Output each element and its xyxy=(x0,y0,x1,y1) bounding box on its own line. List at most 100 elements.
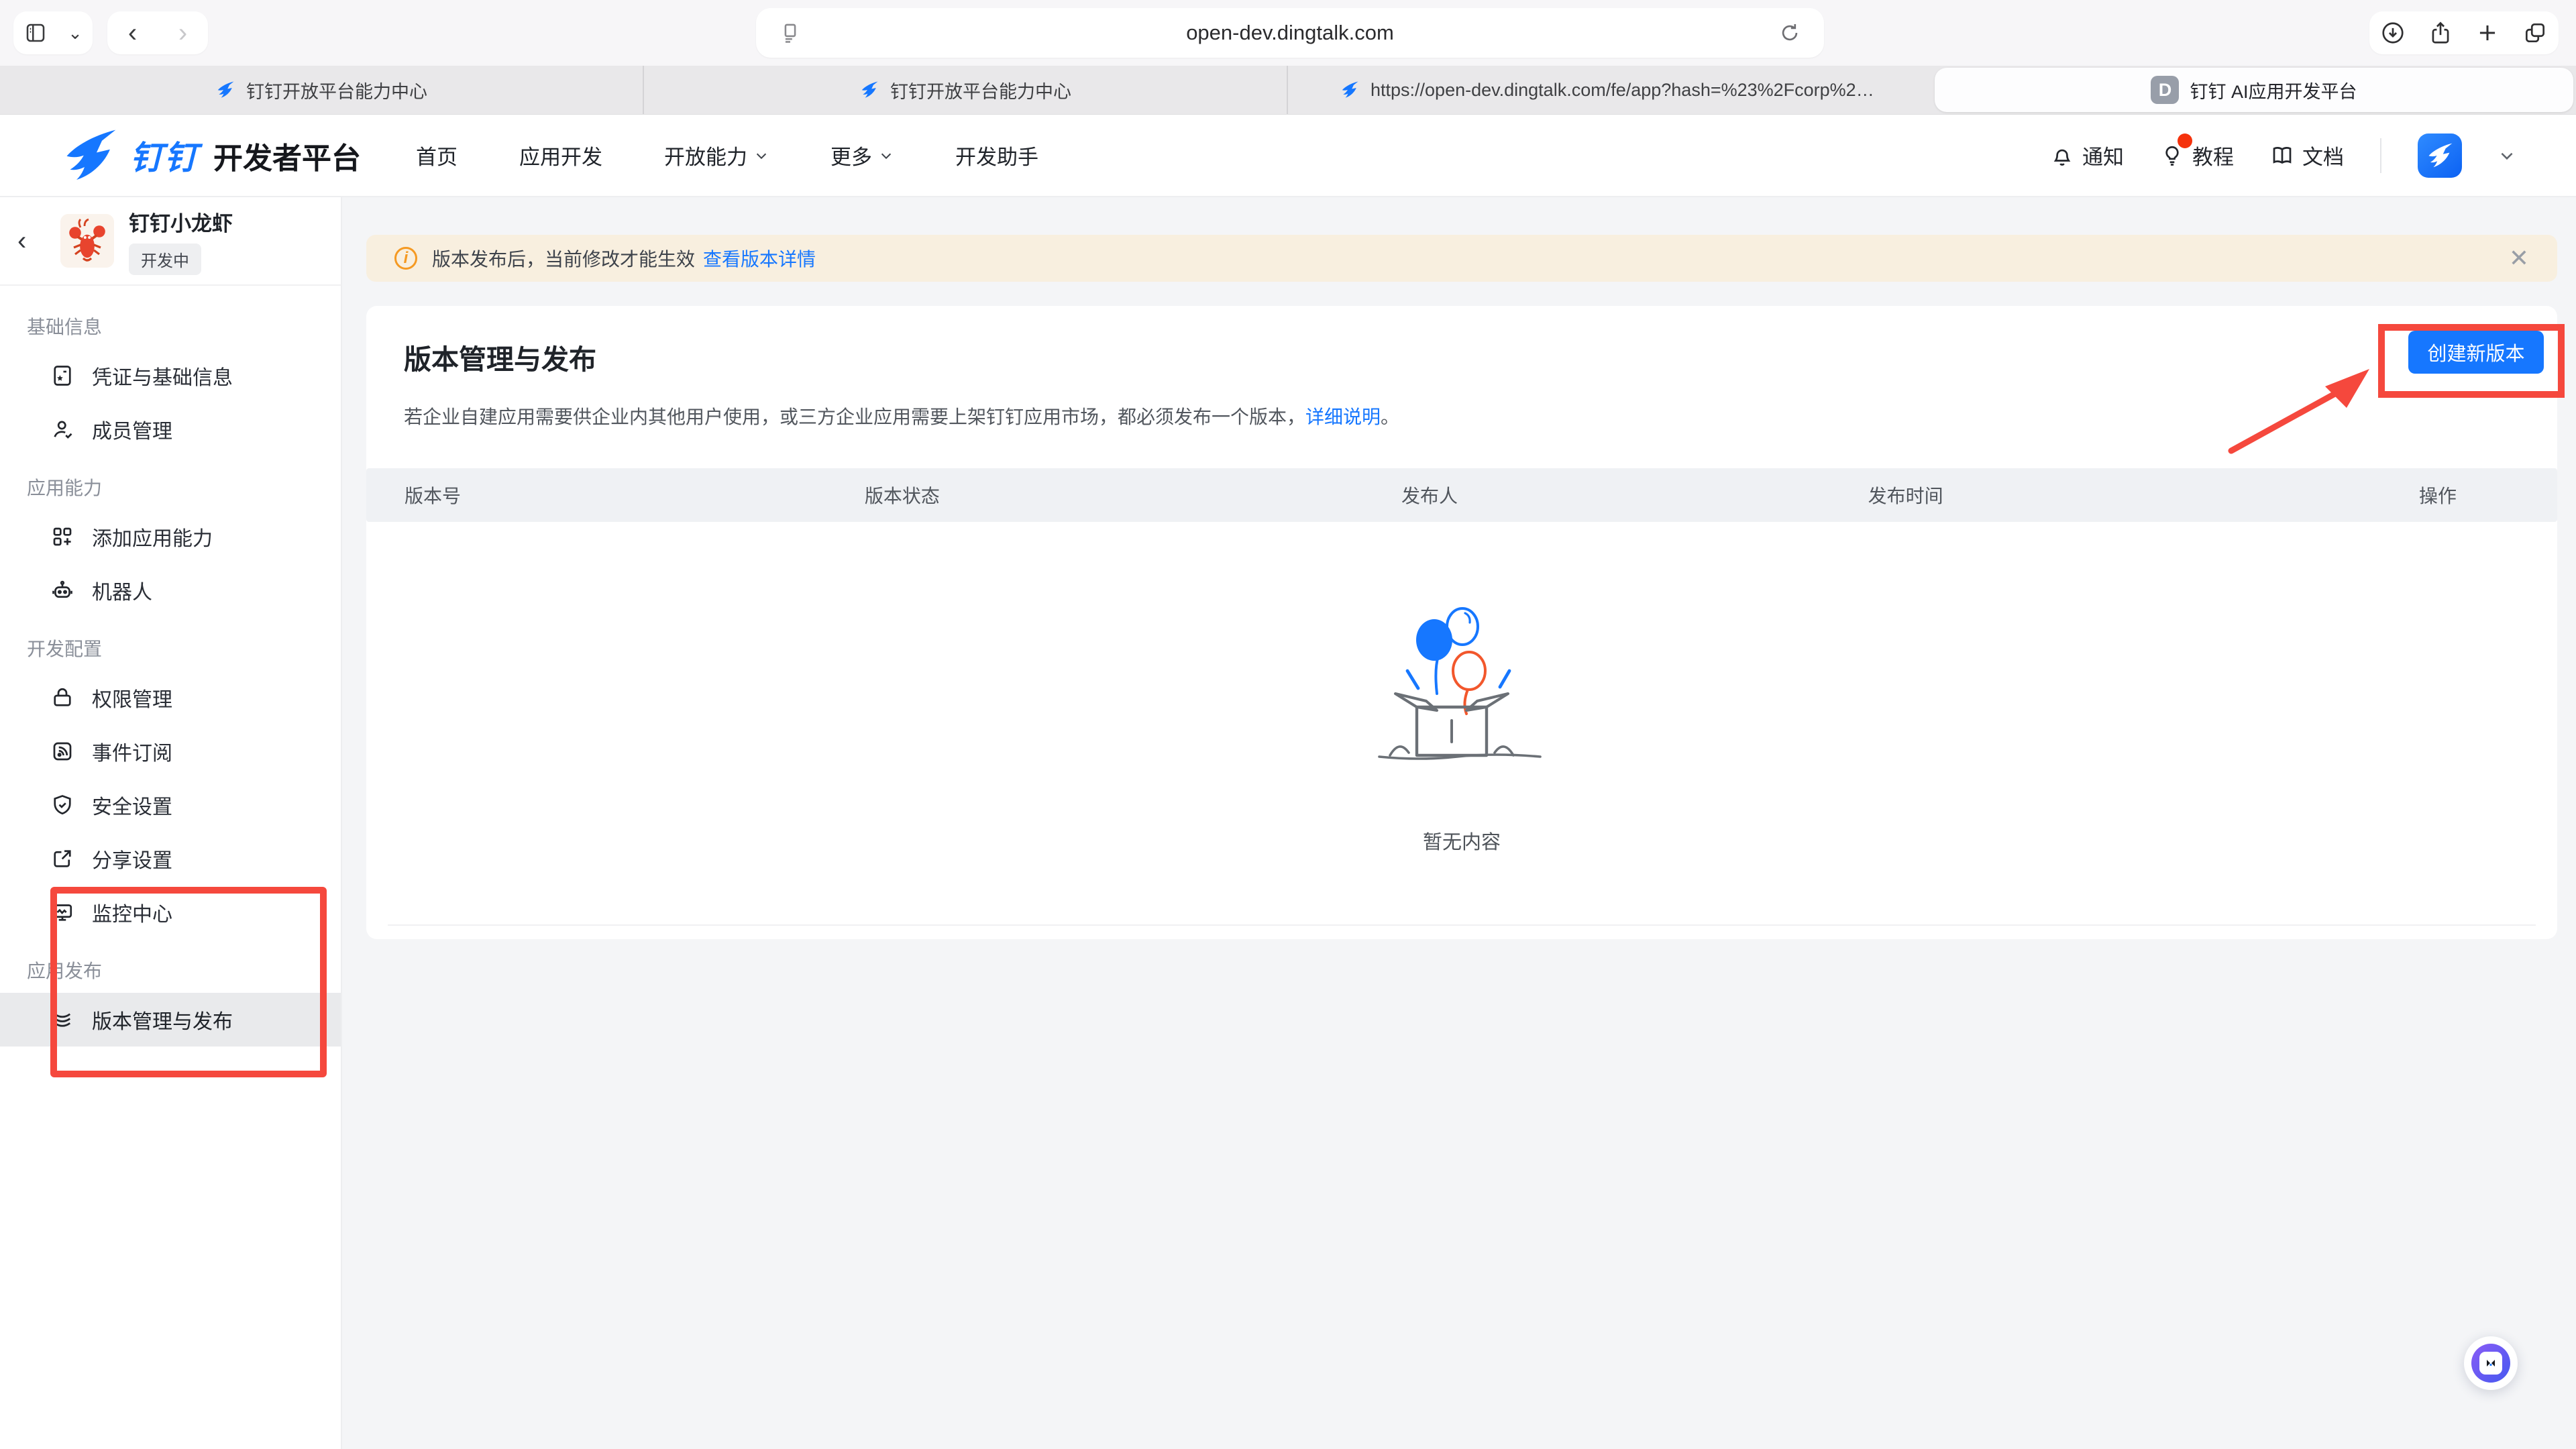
sidebar-item-label: 安全设置 xyxy=(92,790,172,820)
menu-open-capability[interactable]: 开放能力 xyxy=(664,140,769,170)
close-icon[interactable]: ✕ xyxy=(2509,244,2529,272)
share-box-icon xyxy=(50,847,74,871)
menu-dev-assistant[interactable]: 开发助手 xyxy=(955,140,1038,170)
share-icon[interactable] xyxy=(2428,20,2453,46)
info-icon: i xyxy=(394,247,417,270)
sidebar-item-security[interactable]: 安全设置 xyxy=(0,778,341,832)
sidebar-item-label: 分享设置 xyxy=(92,844,172,873)
tab-bar: 钉钉开放平台能力中心 钉钉开放平台能力中心 https://open-dev.d… xyxy=(0,66,2576,115)
sidebar-item-label: 添加应用能力 xyxy=(92,522,213,551)
notice-label: 通知 xyxy=(2082,140,2124,170)
menu-home[interactable]: 首页 xyxy=(416,140,458,170)
user-avatar[interactable] xyxy=(2418,133,2462,178)
main-content: i 版本发布后，当前修改才能生效 查看版本详情 ✕ 版本管理与发布 若企业自建应… xyxy=(342,197,2576,1449)
sidebar-toggle-group[interactable]: ⌄ xyxy=(13,11,93,54)
browser-toolbar: ⌄ ‹ › open-dev.dingtalk.com xyxy=(0,0,2576,66)
tab-capability-center-1[interactable]: 钉钉开放平台能力中心 xyxy=(0,66,644,114)
app-header: ‹ 钉钉小龙虾 开发中 xyxy=(0,197,341,286)
app-status-badge: 开发中 xyxy=(129,244,201,275)
new-tab-icon[interactable] xyxy=(2475,20,2500,46)
back-button[interactable]: ‹ xyxy=(128,19,137,46)
reader-view-icon[interactable] xyxy=(779,21,802,44)
sidebar-item-label: 事件订阅 xyxy=(92,737,172,766)
refresh-icon[interactable] xyxy=(1778,21,1801,44)
tab-overview-icon[interactable] xyxy=(2522,20,2548,46)
navbar-right: 通知 教程 文档 xyxy=(2050,133,2516,178)
empty-box-illustration xyxy=(1371,600,1552,794)
address-bar[interactable]: open-dev.dingtalk.com xyxy=(756,8,1824,58)
dingtalk-favicon-icon xyxy=(215,80,235,100)
toolbar-actions xyxy=(2369,11,2559,54)
sidebar-item-robot[interactable]: 机器人 xyxy=(0,564,341,617)
docs-link[interactable]: 文档 xyxy=(2270,140,2344,170)
back-icon[interactable]: ‹ xyxy=(17,226,50,256)
card-bottom-divider xyxy=(388,924,2536,926)
sidebar-item-label: 监控中心 xyxy=(92,898,172,927)
page-description: 若企业自建应用需要供企业内其他用户使用，或三方企业应用需要上架钉钉应用市场，都必… xyxy=(366,377,2557,429)
group-capabilities: 应用能力 xyxy=(0,456,341,510)
bell-icon xyxy=(2050,144,2074,168)
sidebar-toggle-icon[interactable] xyxy=(23,21,48,45)
empty-state: 暂无内容 xyxy=(366,522,2557,855)
sidebar-item-event-subscription[interactable]: 事件订阅 xyxy=(0,724,341,778)
create-version-button[interactable]: 创建新版本 xyxy=(2408,331,2544,374)
version-table-header: 版本号 版本状态 发布人 发布时间 操作 xyxy=(366,468,2557,522)
sidebar-item-add-capability[interactable]: 添加应用能力 xyxy=(0,510,341,564)
ai-assistant-button[interactable] xyxy=(2464,1336,2518,1390)
add-capability-icon xyxy=(50,525,74,549)
group-app-release: 应用发布 xyxy=(0,939,341,993)
detail-doc-link[interactable]: 详细说明 xyxy=(1305,407,1381,427)
forward-button[interactable]: › xyxy=(178,19,187,46)
tab-capability-center-2[interactable]: 钉钉开放平台能力中心 xyxy=(644,66,1288,114)
sidebar-item-version-release[interactable]: 版本管理与发布 xyxy=(0,993,341,1046)
tutorial-link[interactable]: 教程 xyxy=(2160,140,2234,170)
tab-title: 钉钉 AI应用开发平台 xyxy=(2190,77,2357,103)
lock-icon xyxy=(50,686,74,710)
app-sidebar: ‹ 钉钉小龙虾 开发中 基础信息 xyxy=(0,197,342,1449)
tab-app-url[interactable]: https://open-dev.dingtalk.com/fe/app?has… xyxy=(1288,66,1932,114)
brand-logo[interactable]: 钉钉 开发者平台 xyxy=(59,125,361,186)
sidebar-nav: 基础信息 凭证与基础信息 成员管理 应用能力 xyxy=(0,286,341,1046)
tab-title: https://open-dev.dingtalk.com/fe/app?has… xyxy=(1371,80,1880,101)
notification-dot xyxy=(2178,133,2192,148)
history-nav-group: ‹ › xyxy=(107,11,208,54)
assistant-logo-icon xyxy=(2479,1352,2502,1375)
col-actions: 操作 xyxy=(2334,482,2557,508)
main-menu: 首页 应用开发 开放能力 更多 开发助手 xyxy=(416,140,1038,170)
group-dev-config: 开发配置 xyxy=(0,617,341,671)
member-icon xyxy=(50,417,74,441)
menu-label: 开放能力 xyxy=(664,140,747,170)
chevron-down-icon[interactable] xyxy=(2498,147,2516,164)
sidebar-item-members[interactable]: 成员管理 xyxy=(0,402,341,456)
menu-more[interactable]: 更多 xyxy=(830,140,894,170)
tab-ai-dev-platform[interactable]: D 钉钉 AI应用开发平台 xyxy=(1935,68,2573,112)
chevron-down-icon xyxy=(754,148,769,163)
sidebar-item-label: 成员管理 xyxy=(92,415,172,444)
tab-title: 钉钉开放平台能力中心 xyxy=(890,77,1071,103)
sidebar-item-permissions[interactable]: 权限管理 xyxy=(0,671,341,724)
page-title: 版本管理与发布 xyxy=(366,306,2557,377)
notice-link[interactable]: 通知 xyxy=(2050,140,2124,170)
empty-text: 暂无内容 xyxy=(1423,826,1501,855)
sidebar-item-credentials[interactable]: 凭证与基础信息 xyxy=(0,349,341,402)
site-navbar: 钉钉 开发者平台 首页 应用开发 开放能力 更多 开发助手 通知 教程 xyxy=(0,115,2576,197)
tutorial-label: 教程 xyxy=(2192,140,2234,170)
letter-d-favicon-icon: D xyxy=(2151,76,2179,104)
sidebar-item-monitor-center[interactable]: 监控中心 xyxy=(0,885,341,939)
chevron-down-icon[interactable]: ⌄ xyxy=(68,23,83,44)
layers-icon xyxy=(50,1008,74,1032)
view-version-details-link[interactable]: 查看版本详情 xyxy=(703,245,816,272)
downloads-icon[interactable] xyxy=(2380,20,2406,46)
chevron-down-icon xyxy=(879,148,894,163)
menu-app-dev[interactable]: 应用开发 xyxy=(519,140,602,170)
book-icon xyxy=(2270,144,2294,168)
description-text: 若企业自建应用需要供企业内其他用户使用，或三方企业应用需要上架钉钉应用市场，都必… xyxy=(404,407,1305,427)
col-version-status: 版本状态 xyxy=(826,482,1363,508)
sidebar-item-share-settings[interactable]: 分享设置 xyxy=(0,832,341,885)
docs-label: 文档 xyxy=(2302,140,2344,170)
dingtalk-wing-icon xyxy=(2425,141,2455,170)
brand-name: 钉钉 xyxy=(130,131,199,179)
dingtalk-favicon-icon xyxy=(1340,80,1360,100)
robot-icon xyxy=(50,578,74,602)
assistant-gradient-ring xyxy=(2471,1344,2510,1383)
